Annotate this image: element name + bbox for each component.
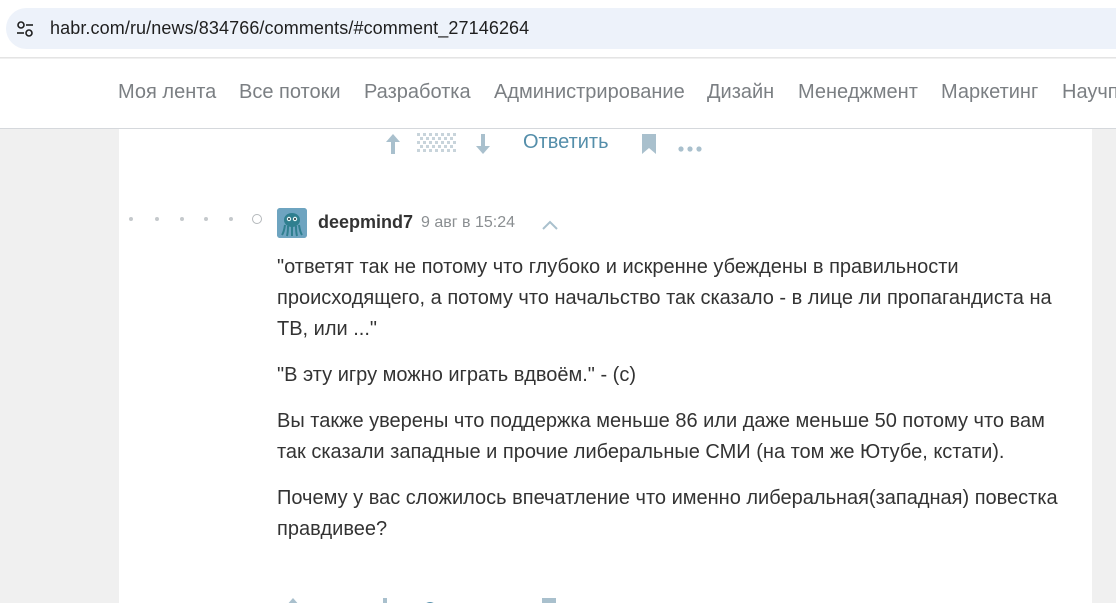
arrow-up-icon[interactable]: [284, 597, 302, 603]
avatar[interactable]: [277, 208, 307, 238]
nav-item-development[interactable]: Разработка: [364, 81, 471, 104]
nav-item-all-flows[interactable]: Все потоки: [239, 81, 341, 104]
browser-toolbar: habr.com/ru/news/834766/comments/#commen…: [0, 0, 1116, 58]
bookmark-icon[interactable]: [641, 133, 657, 160]
nav-item-marketing[interactable]: Маркетинг: [941, 81, 1038, 104]
thread-dot: [229, 217, 233, 221]
nav-item-science[interactable]: Научп: [1062, 81, 1116, 104]
flows-nav: Моя лента Все потоки Разработка Админист…: [0, 59, 1116, 129]
bookmark-icon[interactable]: [541, 597, 557, 603]
address-bar[interactable]: habr.com/ru/news/834766/comments/#commen…: [6, 8, 1116, 49]
reply-button[interactable]: Ответить: [523, 131, 609, 154]
thread-dot: [180, 217, 184, 221]
comment-paragraph: "В эту игру можно играть вдвоём." - (с): [277, 364, 637, 386]
thread-dot: [204, 217, 208, 221]
comment-body: "ответят так не потому что глубоко и иск…: [277, 252, 1077, 560]
url-text[interactable]: habr.com/ru/news/834766/comments/#commen…: [50, 18, 529, 39]
comment-paragraph: "ответят так не потому что глубоко и иск…: [277, 256, 1052, 340]
comments-panel: Ответить deepmind7 9 авг в 15:24 "ответя…: [119, 129, 1092, 603]
hidden-score-icon: [317, 598, 357, 603]
arrow-down-icon[interactable]: [474, 133, 492, 160]
thread-dot: [129, 217, 133, 221]
comment-paragraph: Вы также уверены что поддержка меньше 86…: [277, 410, 1045, 463]
nav-item-management[interactable]: Менеджмент: [798, 81, 918, 104]
comment-paragraph: Почему у вас сложилось впечатление что и…: [277, 487, 1058, 540]
nav-item-my-feed[interactable]: Моя лента: [118, 81, 216, 104]
nav-item-design[interactable]: Дизайн: [707, 81, 774, 104]
tune-icon[interactable]: [16, 20, 34, 38]
arrow-down-icon[interactable]: [376, 597, 394, 603]
nav-item-administration[interactable]: Администрирование: [494, 81, 685, 104]
reply-button[interactable]: [422, 597, 482, 603]
arrow-up-icon[interactable]: [384, 133, 402, 160]
prev-comment-actions: Ответить: [119, 129, 1092, 159]
thread-dot: [155, 217, 159, 221]
comment-author[interactable]: deepmind7: [318, 212, 413, 233]
hidden-score-icon: [417, 133, 457, 160]
chevron-up-icon[interactable]: [542, 217, 558, 235]
comment-timestamp[interactable]: 9 авг в 15:24: [421, 214, 515, 232]
comment-actions: [119, 593, 1092, 603]
more-dots-icon[interactable]: [678, 139, 702, 157]
thread-current-ring[interactable]: [252, 214, 262, 224]
